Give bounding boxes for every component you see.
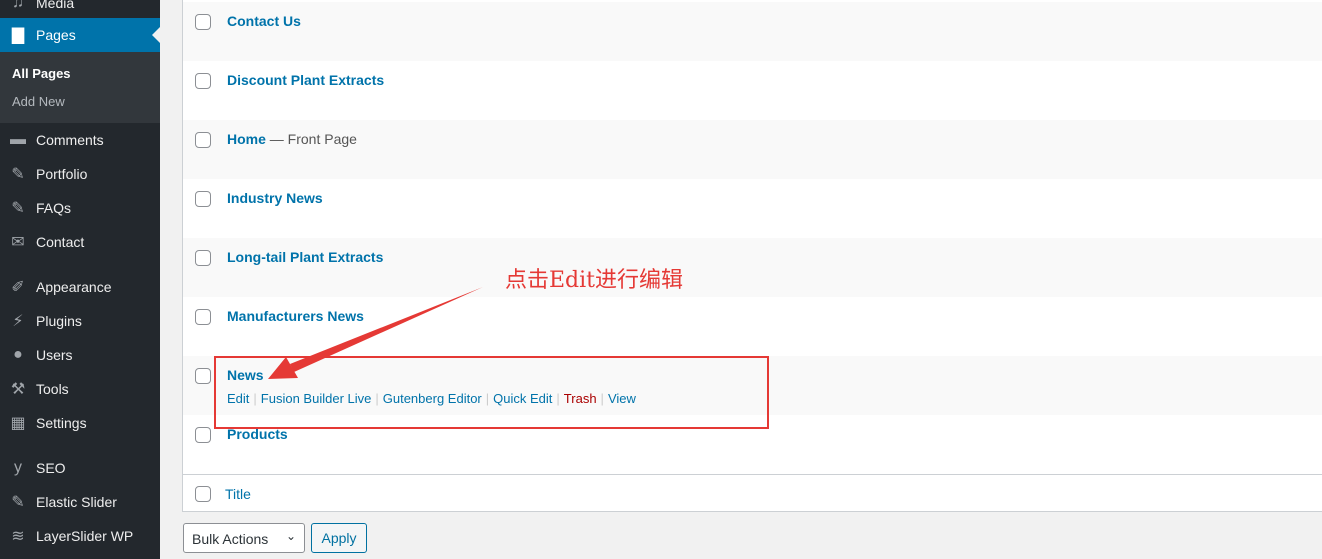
- annotation-arrow: [268, 287, 483, 379]
